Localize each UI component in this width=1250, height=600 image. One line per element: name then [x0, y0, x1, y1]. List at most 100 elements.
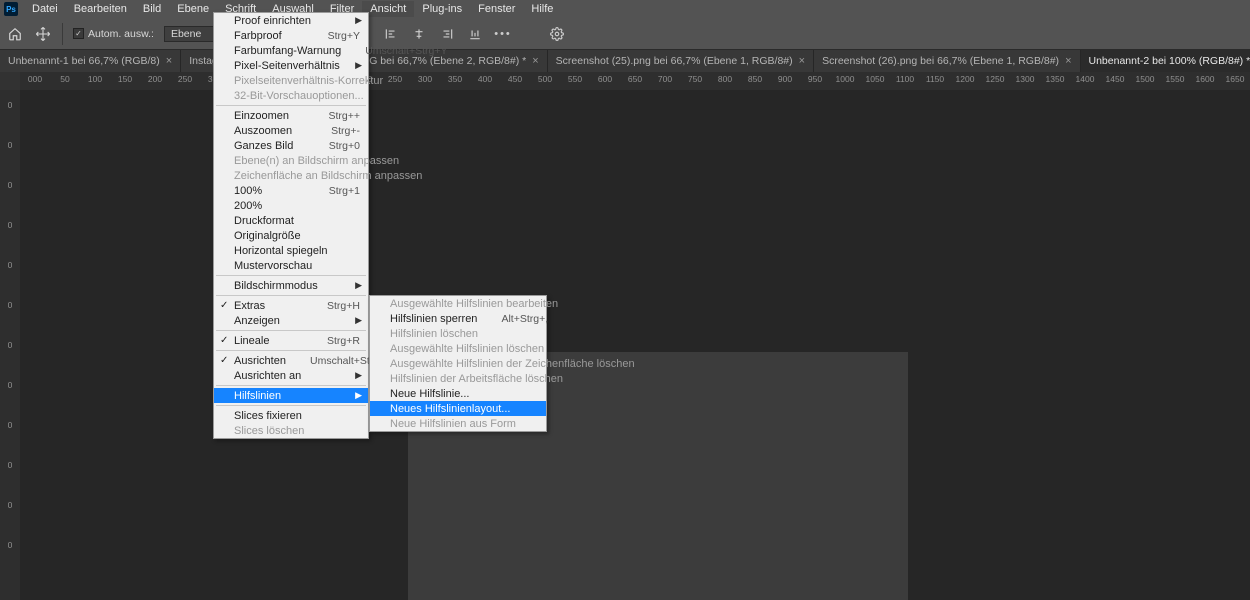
- menu-item-shortcut: Strg++: [328, 110, 360, 122]
- menu-separator: [216, 275, 366, 276]
- align-left-icon[interactable]: [380, 23, 402, 45]
- ruler-tick: 1100: [890, 72, 920, 90]
- menu-item[interactable]: Hilfslinien▶: [214, 388, 368, 403]
- ruler-tick: 550: [560, 72, 590, 90]
- more-options-icon[interactable]: •••: [492, 23, 514, 45]
- document-tab-label: Screenshot (26).png bei 66,7% (Ebene 1, …: [822, 55, 1059, 67]
- move-tool-icon[interactable]: [34, 25, 52, 43]
- menu-item[interactable]: Farbumfang-WarnungUmschalt+Strg+Y: [214, 43, 368, 58]
- menu-item[interactable]: Originalgröße: [214, 228, 368, 243]
- settings-gear-icon[interactable]: [546, 23, 568, 45]
- menu-item[interactable]: Pixel-Seitenverhältnis▶: [214, 58, 368, 73]
- ruler-tick: 1500: [1130, 72, 1160, 90]
- menu-item-label: 200%: [234, 200, 360, 212]
- ruler-tick: 0: [8, 340, 13, 350]
- align-center-h-icon[interactable]: [408, 23, 430, 45]
- menu-item[interactable]: Druckformat: [214, 213, 368, 228]
- close-icon[interactable]: ×: [532, 55, 538, 67]
- ruler-tick: 100: [80, 72, 110, 90]
- chevron-right-icon: ▶: [355, 370, 362, 381]
- home-icon[interactable]: [6, 25, 24, 43]
- canvas-area[interactable]: [20, 90, 1250, 600]
- workspace: 0005010015020025030000050100150200250300…: [0, 72, 1250, 600]
- check-icon: ✓: [220, 335, 228, 346]
- menu-item-plug-ins[interactable]: Plug-ins: [414, 1, 470, 17]
- menu-item[interactable]: 200%: [214, 198, 368, 213]
- menu-item: Ausgewählte Hilfslinien der Zeichenfläch…: [370, 356, 546, 371]
- menu-item: Ebene(n) an Bildschirm anpassen: [214, 153, 368, 168]
- menu-item: 32-Bit-Vorschauoptionen...: [214, 88, 368, 103]
- menu-item[interactable]: Ausrichten an▶: [214, 368, 368, 383]
- menu-hilfslinien-submenu: Ausgewählte Hilfslinien bearbeitenHilfsl…: [369, 295, 547, 432]
- menu-item: Hilfslinien der Arbeitsfläche löschen: [370, 371, 546, 386]
- document-tab[interactable]: Unbenannt-2 bei 100% (RGB/8#) *×: [1081, 50, 1250, 72]
- ruler-tick: 250: [170, 72, 200, 90]
- menu-item[interactable]: Mustervorschau: [214, 258, 368, 273]
- menu-item: Zeichenfläche an Bildschirm anpassen: [214, 168, 368, 183]
- menu-ansicht-dropdown: Proof einrichten▶FarbproofStrg+YFarbumfa…: [213, 12, 369, 439]
- document-tab[interactable]: Unbenannt-1 bei 66,7% (RGB/8)×: [0, 50, 181, 72]
- menu-item[interactable]: Neue Hilfslinie...: [370, 386, 546, 401]
- menu-item-label: 100%: [234, 185, 329, 197]
- align-bottom-icon[interactable]: [464, 23, 486, 45]
- ruler-tick: 1400: [1070, 72, 1100, 90]
- menu-item-label: Ebene(n) an Bildschirm anpassen: [234, 155, 423, 167]
- ruler-tick: 0: [8, 140, 13, 150]
- chevron-right-icon: ▶: [355, 390, 362, 401]
- menu-item: Hilfslinien löschen: [370, 326, 546, 341]
- menubar: Ps DateiBearbeitenBildEbeneSchriftAuswah…: [0, 0, 1250, 18]
- menu-item-ansicht[interactable]: Ansicht: [362, 1, 414, 17]
- menu-item[interactable]: ✓LinealeStrg+R: [214, 333, 368, 348]
- menu-item-fenster[interactable]: Fenster: [470, 1, 523, 17]
- ruler-tick: 1550: [1160, 72, 1190, 90]
- menu-item-label: Bildschirmmodus: [234, 280, 360, 292]
- ruler-tick: 350: [440, 72, 470, 90]
- menu-item[interactable]: Proof einrichten▶: [214, 13, 368, 28]
- align-right-icon[interactable]: [436, 23, 458, 45]
- menu-item-bearbeiten[interactable]: Bearbeiten: [66, 1, 135, 17]
- menu-item-label: Slices fixieren: [234, 410, 360, 422]
- menu-separator: [216, 405, 366, 406]
- close-icon[interactable]: ×: [1065, 55, 1071, 67]
- ruler-tick: 950: [800, 72, 830, 90]
- close-icon[interactable]: ×: [799, 55, 805, 67]
- menu-item[interactable]: ✓AusrichtenUmschalt+Strg+,: [214, 353, 368, 368]
- chevron-right-icon: ▶: [355, 280, 362, 291]
- menu-item: Ausgewählte Hilfslinien löschen: [370, 341, 546, 356]
- close-icon[interactable]: ×: [166, 55, 172, 67]
- menu-item[interactable]: Bildschirmmodus▶: [214, 278, 368, 293]
- menu-item-shortcut: Strg+H: [327, 300, 360, 312]
- menu-item[interactable]: AuszoomenStrg+-: [214, 123, 368, 138]
- menu-item-label: Ausrichten: [234, 355, 310, 367]
- layer-select-value: Ebene: [171, 28, 201, 40]
- menu-item-datei[interactable]: Datei: [24, 1, 66, 17]
- auto-select-checkbox[interactable]: ✓ Autom. ausw.:: [73, 28, 154, 40]
- menu-item-label: Hilfslinien der Arbeitsfläche löschen: [390, 373, 587, 385]
- menu-item[interactable]: 100%Strg+1: [214, 183, 368, 198]
- menu-item[interactable]: Hilfslinien sperrenAlt+Strg+,: [370, 311, 546, 326]
- menu-item[interactable]: EinzoomenStrg++: [214, 108, 368, 123]
- menu-item[interactable]: Anzeigen▶: [214, 313, 368, 328]
- menu-item[interactable]: Slices fixieren: [214, 408, 368, 423]
- app-icon: Ps: [4, 2, 18, 16]
- menu-item[interactable]: FarbproofStrg+Y: [214, 28, 368, 43]
- ruler-tick: 0: [8, 300, 13, 310]
- menu-item-ebene[interactable]: Ebene: [169, 1, 217, 17]
- menu-item[interactable]: Ganzes BildStrg+0: [214, 138, 368, 153]
- ruler-vertical: 000000000000: [0, 90, 20, 600]
- menu-item-label: Ganzes Bild: [234, 140, 329, 152]
- menu-separator: [216, 350, 366, 351]
- document-tab-label: Unbenannt-2 bei 100% (RGB/8#) *: [1089, 55, 1250, 67]
- ruler-tick: 500: [530, 72, 560, 90]
- ruler-tick: 0: [8, 500, 13, 510]
- menu-item-bild[interactable]: Bild: [135, 1, 169, 17]
- menu-item[interactable]: Neues Hilfslinienlayout...: [370, 401, 546, 416]
- menu-item[interactable]: Horizontal spiegeln: [214, 243, 368, 258]
- menu-separator: [216, 295, 366, 296]
- document-tab[interactable]: Screenshot (26).png bei 66,7% (Ebene 1, …: [814, 50, 1080, 72]
- menu-item-hilfe[interactable]: Hilfe: [523, 1, 561, 17]
- ruler-tick: 000: [20, 72, 50, 90]
- ruler-tick: 700: [650, 72, 680, 90]
- menu-item[interactable]: ✓ExtrasStrg+H: [214, 298, 368, 313]
- document-tab[interactable]: Screenshot (25).png bei 66,7% (Ebene 1, …: [548, 50, 814, 72]
